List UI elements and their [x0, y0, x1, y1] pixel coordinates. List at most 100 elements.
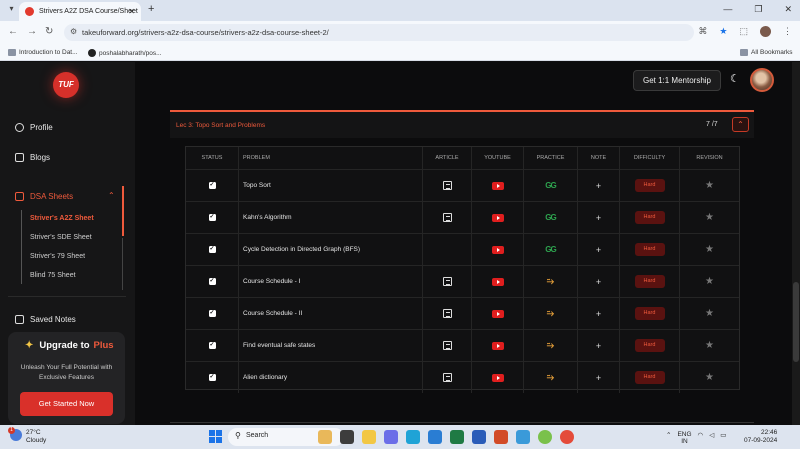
restore-icon[interactable]: ❐: [754, 4, 762, 15]
status-checkbox[interactable]: ✓: [208, 246, 216, 253]
app-icon[interactable]: [538, 430, 552, 444]
article-icon[interactable]: [442, 341, 452, 350]
article-icon[interactable]: [442, 373, 452, 382]
windows-start-icon[interactable]: [209, 430, 222, 443]
status-checkbox[interactable]: ✓: [208, 182, 216, 189]
gfg-icon[interactable]: GG: [545, 181, 556, 190]
article-icon[interactable]: [442, 213, 452, 222]
status-checkbox[interactable]: ✓: [208, 214, 216, 221]
sidebar-item-saved-notes[interactable]: Saved Notes: [15, 315, 76, 324]
youtube-icon[interactable]: [491, 373, 504, 382]
add-note-icon[interactable]: +: [596, 373, 601, 383]
powerpoint-icon[interactable]: [494, 430, 508, 444]
revision-star-icon[interactable]: ★: [705, 276, 714, 287]
word-icon[interactable]: [472, 430, 486, 444]
revision-star-icon[interactable]: ★: [705, 212, 714, 223]
page-scrollbar[interactable]: [792, 62, 800, 425]
sidebar-sheet-blind75[interactable]: Blind 75 Sheet: [30, 272, 76, 279]
status-checkbox[interactable]: ✓: [208, 342, 216, 349]
edge-icon[interactable]: [406, 430, 420, 444]
lecture-header[interactable]: Lec 3: Topo Sort and Problems 7 /7 ⌃: [170, 112, 754, 138]
sidebar-item-profile[interactable]: Profile: [15, 123, 53, 132]
extensions-icon[interactable]: ⬚: [739, 26, 748, 37]
add-note-icon[interactable]: +: [596, 181, 601, 191]
problem-name[interactable]: Cycle Detection in Directed Graph (BFS): [239, 234, 423, 265]
weather-widget[interactable]: 1 27°C Cloudy: [8, 427, 46, 445]
user-avatar[interactable]: [750, 68, 774, 92]
youtube-icon[interactable]: [491, 309, 504, 318]
codingninjas-icon[interactable]: ⥲: [547, 372, 554, 383]
revision-star-icon[interactable]: ★: [705, 308, 714, 319]
youtube-icon[interactable]: [491, 181, 504, 190]
reload-icon[interactable]: ↻: [45, 26, 53, 37]
forward-icon[interactable]: →: [27, 26, 37, 37]
close-tab-icon[interactable]: ✕: [128, 7, 135, 16]
store-icon[interactable]: [516, 430, 530, 444]
status-checkbox[interactable]: ✓: [208, 374, 216, 381]
browser-tab[interactable]: Strivers A2Z DSA Course/Sheet ✕: [19, 2, 141, 21]
add-note-icon[interactable]: +: [596, 213, 601, 223]
site-info-icon[interactable]: ⚙: [70, 27, 77, 36]
codingninjas-icon[interactable]: ⥲: [547, 340, 554, 351]
youtube-icon[interactable]: [491, 341, 504, 350]
copilot-icon[interactable]: [384, 430, 398, 444]
problem-name[interactable]: Course Schedule - II: [239, 298, 423, 329]
add-note-icon[interactable]: +: [596, 245, 601, 255]
sidebar-item-dsa-sheets[interactable]: DSA Sheets: [15, 192, 73, 201]
revision-star-icon[interactable]: ★: [705, 372, 714, 383]
gfg-icon[interactable]: GG: [545, 245, 556, 254]
sidebar-sheet-sde[interactable]: Striver's SDE Sheet: [30, 234, 92, 241]
language-indicator[interactable]: ENG IN: [677, 431, 691, 445]
gfg-icon[interactable]: GG: [545, 213, 556, 222]
mentorship-button[interactable]: Get 1:1 Mentorship: [633, 70, 721, 91]
youtube-icon[interactable]: [491, 213, 504, 222]
minimize-icon[interactable]: —: [723, 4, 732, 15]
article-icon[interactable]: [442, 309, 452, 318]
article-icon[interactable]: [442, 181, 452, 190]
tab-search-icon[interactable]: ▾: [6, 4, 17, 15]
tuf-logo[interactable]: TUF: [53, 72, 79, 98]
revision-star-icon[interactable]: ★: [705, 180, 714, 191]
collapse-chevron-icon[interactable]: ⌃: [732, 117, 749, 132]
file-explorer-icon[interactable]: [362, 430, 376, 444]
bookmark-item[interactable]: poshalabharath/pos...: [88, 49, 162, 57]
status-checkbox[interactable]: ✓: [208, 310, 216, 317]
codingninjas-icon[interactable]: ⥲: [547, 276, 554, 287]
sidebar-sheet-79[interactable]: Striver's 79 Sheet: [30, 253, 85, 260]
vscode-icon[interactable]: [428, 430, 442, 444]
problem-name[interactable]: Kahn's Algorithm: [239, 202, 423, 233]
add-note-icon[interactable]: +: [596, 277, 601, 287]
add-note-icon[interactable]: +: [596, 309, 601, 319]
profile-avatar-icon[interactable]: [760, 26, 771, 37]
close-window-icon[interactable]: ✕: [784, 4, 792, 15]
article-icon[interactable]: [442, 277, 452, 286]
excel-icon[interactable]: [450, 430, 464, 444]
translate-icon[interactable]: ⌘: [698, 26, 707, 37]
problem-name[interactable]: Topo Sort: [239, 170, 423, 201]
widget-app-icon[interactable]: [318, 430, 332, 444]
clock[interactable]: 22:46 07-09-2024: [744, 429, 777, 445]
bookmark-star-icon[interactable]: ★: [719, 26, 727, 37]
wifi-icon[interactable]: ◠: [698, 431, 704, 445]
chrome-icon[interactable]: [560, 430, 574, 444]
sidebar-item-blogs[interactable]: Blogs: [15, 153, 50, 162]
revision-star-icon[interactable]: ★: [705, 244, 714, 255]
problem-name[interactable]: Course Schedule - I: [239, 266, 423, 297]
chevron-up-icon[interactable]: ⌃: [666, 431, 671, 445]
theme-toggle-moon-icon[interactable]: ☾: [730, 72, 740, 85]
chevron-up-icon[interactable]: ⌃: [108, 191, 115, 200]
back-icon[interactable]: ←: [8, 26, 18, 37]
add-note-icon[interactable]: +: [596, 341, 601, 351]
task-view-icon[interactable]: [340, 430, 354, 444]
youtube-icon[interactable]: [491, 277, 504, 286]
all-bookmarks[interactable]: All Bookmarks: [740, 49, 793, 56]
revision-star-icon[interactable]: ★: [705, 340, 714, 351]
problem-name[interactable]: Find eventual safe states: [239, 330, 423, 361]
youtube-icon[interactable]: [491, 245, 504, 254]
status-checkbox[interactable]: ✓: [208, 278, 216, 285]
scrollbar-thumb[interactable]: [793, 282, 799, 362]
bookmark-item[interactable]: Introduction to Dat...: [8, 49, 78, 56]
sidebar-sheet-a2z[interactable]: Striver's A2Z Sheet: [30, 215, 94, 222]
get-started-button[interactable]: Get Started Now: [20, 392, 113, 416]
menu-kebab-icon[interactable]: ⋮: [783, 26, 792, 37]
